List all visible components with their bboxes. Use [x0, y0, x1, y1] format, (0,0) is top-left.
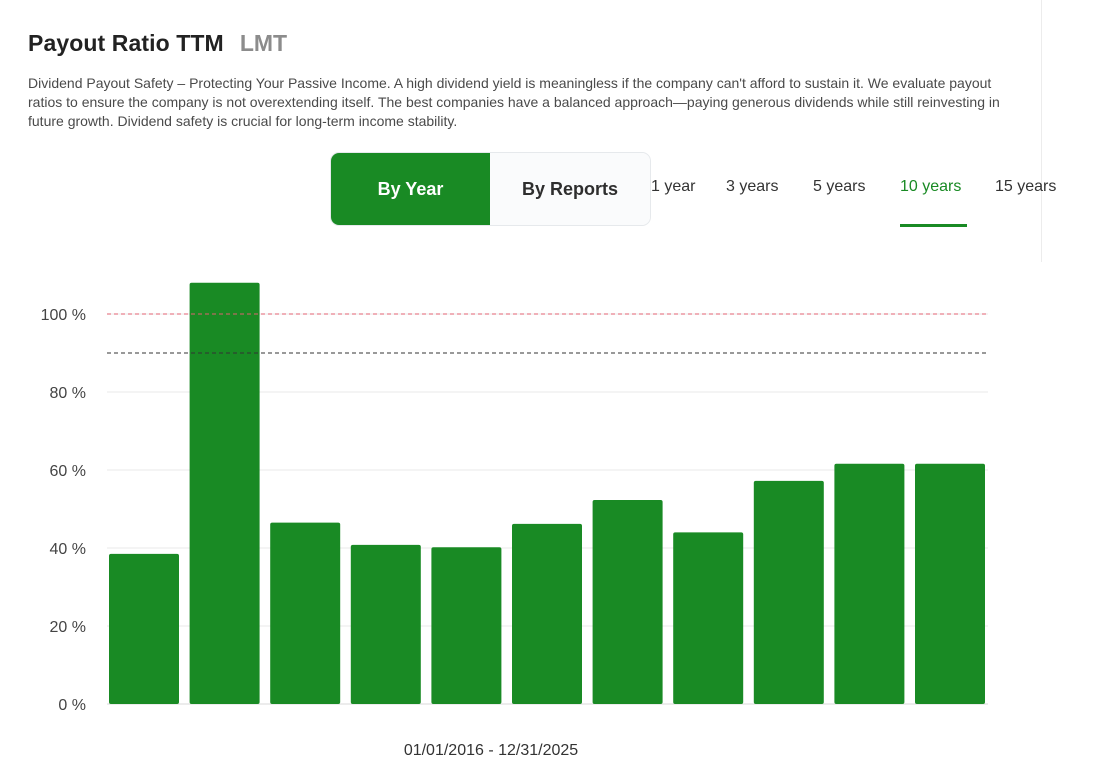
bar-0 [109, 553, 179, 704]
bar-9 [834, 463, 905, 704]
y-tick-label: 0 % [58, 697, 86, 714]
period-15-years[interactable]: 15 years [995, 178, 1056, 196]
description-text: Dividend Payout Safety – Protecting Your… [28, 75, 1000, 129]
date-range-label: 01/01/2016 - 12/31/2025 [404, 742, 578, 759]
bar-4 [431, 547, 502, 704]
ticker-symbol: LMT [239, 30, 288, 56]
bar-1 [189, 282, 260, 704]
period-1-year[interactable]: 1 year [651, 178, 695, 196]
by-year-button[interactable]: By Year [331, 153, 490, 225]
selected-period-underline [900, 224, 967, 227]
period-10-years[interactable]: 10 years [900, 178, 961, 196]
title-row: Payout Ratio TTM LMT [28, 30, 287, 57]
y-tick-label: 60 % [50, 463, 86, 480]
bar-7 [673, 532, 744, 704]
period-5-years[interactable]: 5 years [813, 178, 865, 196]
y-tick-label: 80 % [50, 385, 86, 402]
bar-2 [270, 522, 341, 704]
bar-5 [512, 523, 582, 704]
bar-10 [915, 463, 985, 704]
y-tick-label: 100 % [41, 307, 86, 324]
page-title: Payout Ratio TTM [28, 30, 224, 56]
bar-8 [753, 480, 824, 704]
payout-ratio-chart: 0 % 20 % 40 % 60 % 80 % 100 % 01/01/2016 - 12/… [41, 282, 988, 759]
y-tick-label: 20 % [50, 619, 86, 636]
bar-3 [350, 544, 421, 704]
period-3-years[interactable]: 3 years [726, 178, 778, 196]
by-reports-button[interactable]: By Reports [490, 153, 650, 225]
bar-6 [592, 500, 663, 704]
y-tick-label: 40 % [50, 541, 86, 558]
card-edge [1041, 0, 1042, 262]
view-toggle: By Year By Reports [330, 152, 651, 226]
